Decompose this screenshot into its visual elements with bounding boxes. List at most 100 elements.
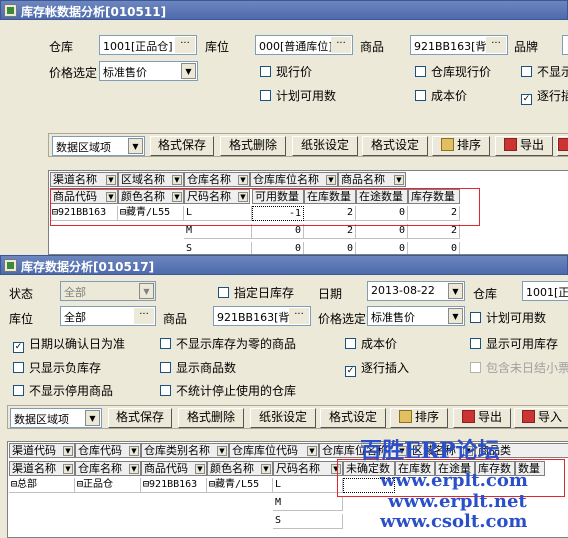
grid-header[interactable]: 仓库库位代码 ▼ — [229, 443, 319, 458]
delete-format-button[interactable]: 格式删除 — [220, 136, 286, 156]
location-field[interactable]: 全部 ··· — [60, 306, 156, 326]
grid-cell[interactable]: S — [273, 514, 343, 529]
grid-header[interactable]: 仓库类别名称 ▼ — [141, 443, 229, 458]
grid-header[interactable]: 仓库名称 ▼ — [75, 461, 141, 476]
export-button[interactable]: 导出 — [495, 136, 553, 156]
hide-zero-stock-checkbox[interactable]: 不显示库存为零的商品 — [160, 335, 296, 352]
date-field[interactable]: 2013-08-22 ▼ — [367, 281, 465, 301]
row-insert-checkbox[interactable]: ✓ 逐行插入 — [345, 359, 409, 377]
grid-header[interactable]: 渠道代码 ▼ — [9, 443, 75, 458]
save-format-button[interactable]: 格式保存 — [150, 136, 214, 156]
chevron-down-icon[interactable]: ▼ — [448, 283, 463, 299]
delete-format-button[interactable]: 格式删除 — [178, 408, 244, 428]
grid-header[interactable]: 仓库名称 ▼ — [184, 172, 250, 187]
window-title: 库存帐数据分析[010511] — [21, 5, 167, 19]
show-available-checkbox[interactable]: 显示可用库存 — [470, 335, 558, 352]
grid-cell[interactable]: ⊟总部 — [9, 478, 75, 493]
chevron-down-icon[interactable]: ▼ — [139, 283, 154, 299]
wh-current-price-checkbox[interactable]: 仓库现行价 — [415, 63, 491, 80]
close-icon[interactable] — [557, 136, 568, 156]
stock-data-analysis-window: 库存数据分析[010517] 状态 全部 ▼ 指定日库存 日期 2013-08-2… — [0, 255, 568, 538]
date-label: 日期 — [318, 287, 343, 301]
grid-cell[interactable]: 0 — [304, 242, 356, 254]
location-field[interactable]: 000[普通库位] ··· — [255, 35, 353, 55]
include-unsettled-checkbox[interactable]: 包含未日结小票 — [470, 359, 568, 376]
brand-field[interactable] — [562, 35, 568, 55]
save-format-button[interactable]: 格式保存 — [108, 408, 172, 428]
row-insert-checkbox[interactable]: ✓ 逐行插 — [521, 87, 568, 105]
grid-cell[interactable]: ⊟921BB163 — [141, 478, 207, 493]
ellipsis-icon[interactable]: ··· — [134, 308, 154, 324]
grid-cell[interactable]: 0 — [356, 242, 408, 254]
cost-price-checkbox[interactable]: 成本价 — [345, 335, 397, 352]
grid-cell[interactable]: 0 — [252, 242, 304, 254]
grid-cell[interactable]: 2 — [304, 224, 356, 239]
product-label: 商品 — [163, 312, 188, 326]
grid-cell[interactable]: M — [273, 496, 343, 511]
title-bar: 库存帐数据分析[010511] — [0, 0, 568, 20]
ellipsis-icon[interactable]: ··· — [175, 37, 195, 53]
chevron-down-icon[interactable]: ▼ — [448, 308, 463, 324]
grid-cell[interactable]: ⊟正品仓 — [75, 478, 141, 493]
chevron-down-icon[interactable]: ▼ — [128, 138, 143, 154]
format-setting-button[interactable]: 格式设定 — [362, 136, 428, 156]
grid-cell[interactable]: L — [273, 478, 343, 493]
show-count-checkbox[interactable]: 显示商品数 — [160, 359, 236, 376]
ellipsis-icon[interactable]: ··· — [486, 37, 506, 53]
grid-cell[interactable]: S — [184, 242, 252, 254]
paper-setting-button[interactable]: 纸张设定 — [292, 136, 358, 156]
price-select[interactable]: 标准售价 ▼ — [99, 61, 198, 81]
hide-checkbox[interactable]: 不显示 — [521, 63, 568, 80]
grid-header[interactable]: 颜色名称 ▼ — [207, 461, 273, 476]
plan-available-checkbox[interactable]: 计划可用数 — [470, 309, 546, 326]
window-icon — [4, 4, 17, 17]
grid-cell[interactable]: ⊟藏青/L55 — [207, 478, 273, 493]
grid-cell[interactable]: 0 — [408, 242, 460, 254]
stock-ledger-analysis-window: 库存帐数据分析[010511] 仓库 1001[正品仓] ··· 库位 000[普… — [0, 0, 568, 255]
window-title: 库存数据分析[010517] — [21, 260, 155, 274]
grid-header[interactable]: 尺码名称 ▼ — [273, 461, 343, 476]
grid-header[interactable]: 仓库库位名称 ▼ — [250, 172, 338, 187]
hide-disabled-checkbox[interactable]: 不显示停用商品 — [13, 382, 113, 399]
chevron-down-icon[interactable]: ▼ — [85, 410, 100, 426]
import-button[interactable]: 导入 — [514, 408, 568, 428]
ellipsis-icon[interactable]: ··· — [289, 308, 309, 324]
export-button[interactable]: 导出 — [453, 408, 511, 428]
sort-button[interactable]: 排序 — [432, 136, 490, 156]
price-select[interactable]: 标准售价 ▼ — [367, 306, 465, 326]
window-icon — [4, 259, 17, 272]
cost-price-checkbox[interactable]: 成本价 — [415, 87, 467, 104]
highlight-box — [50, 188, 480, 226]
paper-setting-button[interactable]: 纸张设定 — [250, 408, 316, 428]
grid-header[interactable]: 区域名称 ▼ — [118, 172, 184, 187]
sort-icon — [398, 410, 412, 423]
grid-header[interactable]: 渠道名称 ▼ — [9, 461, 75, 476]
data-area-select[interactable]: 数据区域项 ▼ — [52, 136, 145, 156]
ellipsis-icon[interactable]: ··· — [331, 37, 351, 53]
grid-cell[interactable]: M — [184, 224, 252, 239]
warehouse-label: 仓库 — [49, 40, 74, 54]
plan-available-checkbox[interactable]: 计划可用数 — [260, 87, 336, 104]
grid-header[interactable]: 渠道名称 ▼ — [50, 172, 118, 187]
grid-header[interactable]: 商品名称 ▼ — [338, 172, 406, 187]
sort-button[interactable]: 排序 — [390, 408, 448, 428]
no-stop-wh-checkbox[interactable]: 不统计停止使用的仓库 — [160, 382, 296, 399]
product-field[interactable]: 921BB163[背心 ··· — [410, 35, 508, 55]
warehouse-field[interactable]: 1001[正品仓 — [522, 281, 568, 301]
grid-cell[interactable]: 0 — [356, 224, 408, 239]
data-area-select[interactable]: 数据区域项 ▼ — [10, 408, 102, 428]
current-price-checkbox[interactable]: 现行价 — [260, 63, 312, 80]
specify-date-stock-checkbox[interactable]: 指定日库存 — [218, 284, 294, 301]
product-field[interactable]: 921BB163[背心 ··· — [213, 306, 311, 326]
confirm-date-checkbox[interactable]: ✓ 日期以确认日为准 — [13, 335, 125, 353]
grid-header[interactable]: 商品代码 ▼ — [141, 461, 207, 476]
location-label: 库位 — [205, 40, 230, 54]
grid-cell[interactable]: 0 — [252, 224, 304, 239]
chevron-down-icon[interactable]: ▼ — [181, 63, 196, 79]
state-select[interactable]: 全部 ▼ — [60, 281, 156, 301]
only-negative-checkbox[interactable]: 只显示负库存 — [13, 359, 101, 376]
warehouse-field[interactable]: 1001[正品仓] ··· — [99, 35, 197, 55]
format-setting-button[interactable]: 格式设定 — [320, 408, 386, 428]
grid-header[interactable]: 仓库代码 ▼ — [75, 443, 141, 458]
grid-cell[interactable]: 2 — [408, 224, 460, 239]
